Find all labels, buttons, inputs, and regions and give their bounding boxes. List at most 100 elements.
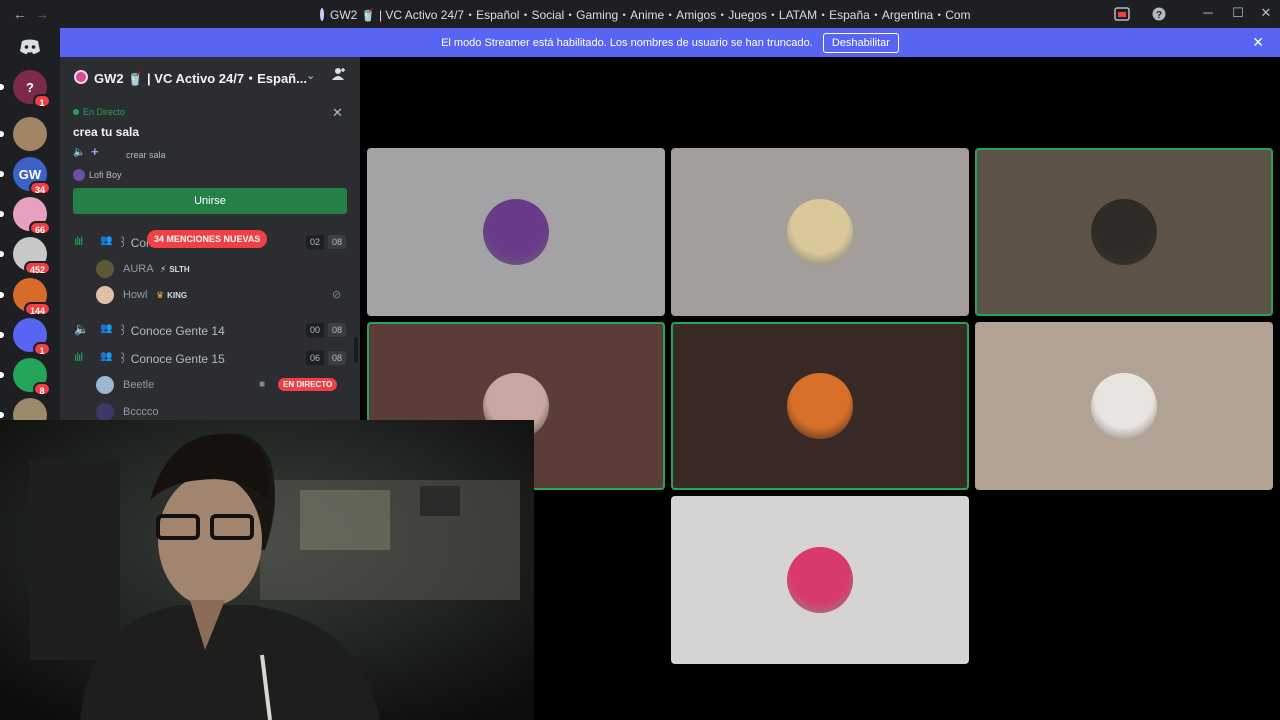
host-name: Lofi Boy xyxy=(89,170,122,180)
channel-name: ꒱ Conoce Gente 14 xyxy=(118,324,225,338)
muted-icon: ⊘ xyxy=(332,289,342,301)
unread-indicator xyxy=(0,372,4,378)
unread-indicator xyxy=(0,211,4,217)
user-limit: 08 xyxy=(328,235,347,249)
mention-badge: 34 xyxy=(28,181,51,195)
mention-badge: 144 xyxy=(23,302,51,316)
stage-name: crea tu sala xyxy=(73,125,140,139)
close-window-button[interactable]: ✕ xyxy=(1256,5,1276,21)
unread-indicator xyxy=(0,131,4,137)
member-tag-text: SLTH xyxy=(169,265,190,274)
speaker-icon: 🔈 xyxy=(74,322,89,336)
video-tile[interactable] xyxy=(671,322,969,490)
voice-member[interactable]: AURA ⚡ SLTH xyxy=(96,260,356,280)
forward-arrow-icon[interactable]: → xyxy=(32,6,52,22)
participant-avatar xyxy=(787,373,853,439)
participant-avatar xyxy=(787,199,853,265)
avatar xyxy=(96,286,114,304)
close-icon[interactable]: ✕ xyxy=(332,105,343,121)
people-icon: 👥 xyxy=(100,235,113,246)
channel-sidebar: GW2 🥤 | VC Activo 24/7・Españ... ⌄ En Dir… xyxy=(60,57,360,420)
voice-member[interactable]: Beetle ■ EN DIRECTO xyxy=(96,376,356,396)
unread-indicator xyxy=(0,332,4,338)
title-bar: ← → GW2 🥤 | VC Activo 24/7・Español・Socia… xyxy=(0,0,1280,28)
participant-avatar xyxy=(787,547,853,613)
unread-indicator xyxy=(0,412,4,418)
video-tile[interactable] xyxy=(671,148,969,316)
chevron-down-icon[interactable]: ⌄ xyxy=(306,69,315,82)
server-icon-cat-server[interactable] xyxy=(0,117,47,151)
webcam-overlay xyxy=(0,420,534,720)
live-badge: EN DIRECTO xyxy=(278,378,338,391)
webcam-feed-image xyxy=(0,420,534,720)
live-status-text: En Directo xyxy=(83,107,126,117)
help-icon[interactable]: ? xyxy=(1152,7,1166,21)
invite-people-icon[interactable] xyxy=(332,67,346,81)
server-header[interactable]: GW2 🥤 | VC Activo 24/7・Españ... ⌄ xyxy=(60,57,360,97)
disable-streamer-button[interactable]: Deshabilitar xyxy=(822,32,899,53)
discord-home-icon[interactable] xyxy=(19,39,41,55)
avatar xyxy=(96,260,114,278)
server-logo-icon xyxy=(320,8,324,21)
voice-member[interactable]: Howl ♛ KING ⊘ xyxy=(96,286,356,306)
stage-host: Lofi Boy xyxy=(73,169,122,181)
participant-avatar xyxy=(1091,199,1157,265)
host-avatar xyxy=(73,169,85,181)
video-tile[interactable] xyxy=(975,322,1273,490)
video-tile[interactable] xyxy=(367,148,665,316)
window-title-group: GW2 🥤 | VC Activo 24/7・Español・Social・Ga… xyxy=(320,6,970,23)
server-icon-help-server[interactable]: ? 1 xyxy=(0,70,51,108)
mention-badge: 8 xyxy=(33,382,51,396)
channel-name: ꒱ Conoce Gente 15 xyxy=(118,352,225,366)
scrollbar[interactable] xyxy=(354,337,358,363)
close-banner-icon[interactable]: ✕ xyxy=(1252,34,1264,51)
crown-icon: ♛ xyxy=(156,290,165,300)
voice-member[interactable]: Bcccco xyxy=(96,403,356,420)
back-arrow-icon[interactable]: ← xyxy=(10,6,30,22)
avatar xyxy=(96,403,114,420)
stage-subtitle: crear sala xyxy=(126,150,166,160)
mention-badge: 66 xyxy=(28,221,51,235)
participant-avatar xyxy=(1091,373,1157,439)
people-icon: 👥 xyxy=(100,323,113,334)
join-button[interactable]: Unirse xyxy=(73,188,347,214)
server-icon-manga-server[interactable]: 452 xyxy=(0,237,51,275)
user-count: 06 xyxy=(306,351,325,365)
maximize-button[interactable]: ☐ xyxy=(1228,5,1248,21)
user-limit: 08 xyxy=(328,351,347,365)
camera-icon: ■ xyxy=(259,379,266,390)
unread-indicator xyxy=(0,84,4,90)
unread-indicator xyxy=(0,171,4,177)
server-icon-discord-server[interactable]: 1 xyxy=(0,318,51,356)
mention-badge: 452 xyxy=(23,261,51,275)
video-tile[interactable] xyxy=(671,496,969,664)
server-icon xyxy=(74,70,88,84)
video-tile[interactable] xyxy=(975,148,1273,316)
voice-channel-15[interactable]: ılıl 👥 ꒱ Conoce Gente 15 06 08 xyxy=(60,348,360,368)
live-dot-icon xyxy=(73,109,79,115)
leaf-icon: ⚡ xyxy=(160,264,167,274)
speaker-icon: 🔈 xyxy=(73,147,86,158)
server-icon-gw-server[interactable]: GW 34 xyxy=(0,157,51,195)
voice-activity-icon: ılıl xyxy=(74,234,83,248)
server-rail: ? 1 GW 34 66 452 144 1 8 xyxy=(0,28,60,432)
server-icon-anime-server[interactable]: 66 xyxy=(0,197,51,235)
unread-indicator xyxy=(0,251,4,257)
member-name: Beetle xyxy=(123,379,155,391)
server-name: GW2 🥤 | VC Activo 24/7・Españ... xyxy=(94,70,307,86)
participant-avatar xyxy=(483,199,549,265)
server-icon-games-server[interactable]: 144 xyxy=(0,278,51,316)
voice-channel-14[interactable]: 🔈 👥 ꒱ Conoce Gente 14 00 08 xyxy=(60,320,360,340)
plus-icon: + xyxy=(91,144,99,159)
user-limit: 08 xyxy=(328,323,347,337)
svg-text:?: ? xyxy=(1156,10,1162,21)
new-mentions-pill[interactable]: 34 MENCIONES NUEVAS xyxy=(147,230,268,248)
avatar xyxy=(96,376,114,394)
user-count: 00 xyxy=(306,323,325,337)
member-name: Bcccco xyxy=(123,406,159,418)
minimize-button[interactable]: ─ xyxy=(1198,5,1218,20)
streamer-mode-banner: El modo Streamer está habilitado. Los no… xyxy=(60,28,1280,57)
server-icon-creeper-server[interactable]: 8 xyxy=(0,358,51,396)
member-name: AURA xyxy=(123,263,154,275)
inbox-icon[interactable] xyxy=(1114,7,1130,21)
